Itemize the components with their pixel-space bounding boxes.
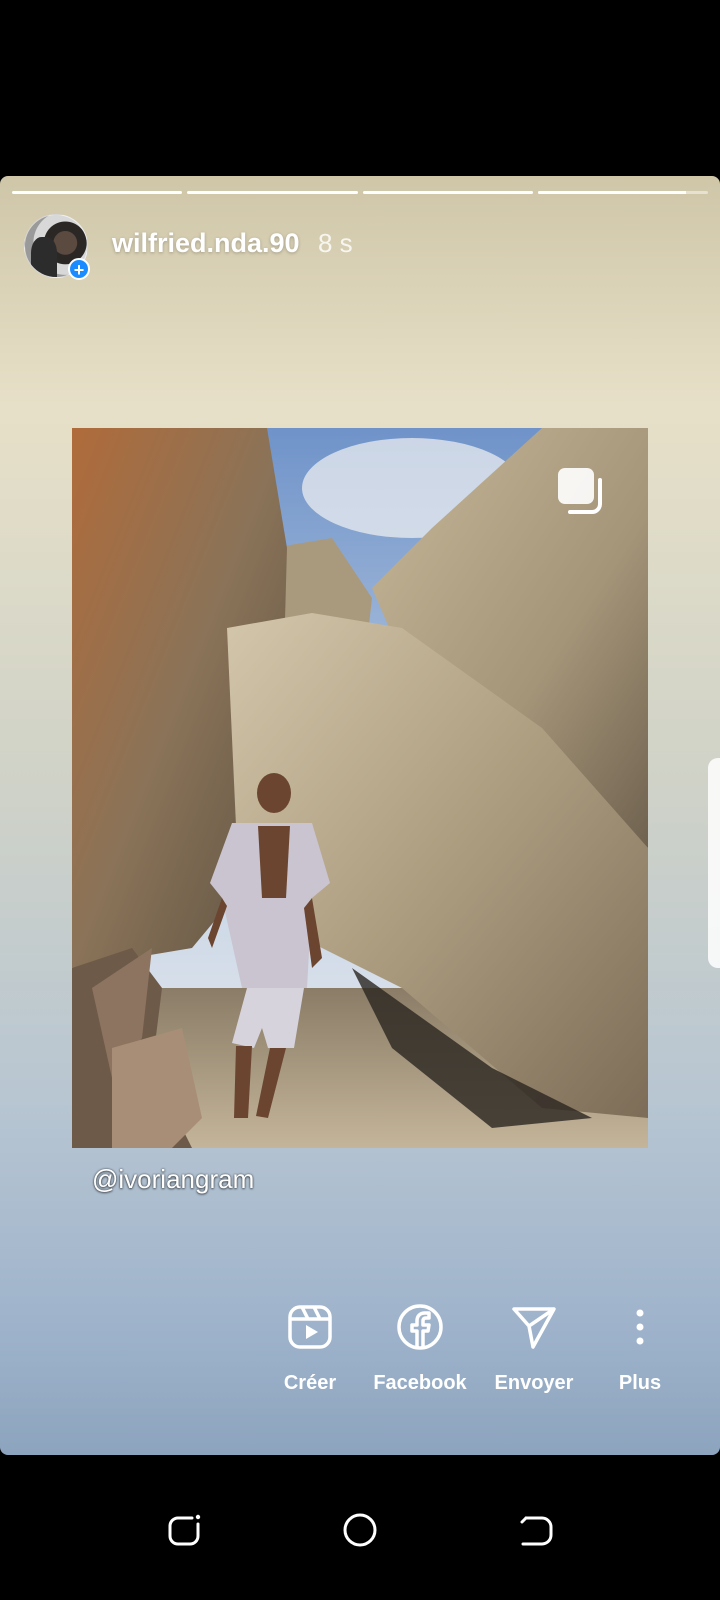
facebook-icon [393, 1300, 447, 1354]
reels-icon [283, 1300, 337, 1354]
progress-fill [537, 191, 686, 194]
progress-fill [12, 191, 183, 194]
send-button[interactable]: Envoyer [482, 1300, 586, 1395]
profile-avatar[interactable]: + [24, 214, 90, 280]
facebook-label: Facebook [373, 1372, 467, 1394]
story-screen: + wilfried.nda.90 8 s @ivoriangram Créer… [0, 0, 720, 1600]
progress-segment [12, 191, 183, 194]
create-button[interactable]: Créer [270, 1300, 350, 1395]
more-button[interactable]: Plus [600, 1300, 680, 1395]
facebook-share-button[interactable]: Facebook [368, 1300, 472, 1395]
add-plus-icon[interactable]: + [68, 258, 90, 280]
send-label: Envoyer [494, 1372, 574, 1394]
multiple-posts-icon [558, 468, 602, 514]
photo-illustration [72, 428, 648, 1148]
progress-segment [187, 191, 358, 194]
progress-fill [362, 191, 533, 194]
progress-segment [537, 191, 708, 194]
home-icon[interactable] [334, 1504, 386, 1556]
recent-apps-icon[interactable] [158, 1504, 210, 1556]
story-progress [12, 191, 708, 194]
shared-post-photo[interactable] [72, 428, 648, 1148]
create-label: Créer [283, 1372, 337, 1394]
more-label: Plus [618, 1372, 662, 1394]
back-icon[interactable] [510, 1504, 562, 1556]
progress-segment [362, 191, 533, 194]
story-actions: Créer Facebook Envoyer Plus [270, 1300, 710, 1420]
mention-sticker[interactable]: @ivoriangram [92, 1164, 254, 1195]
story-card[interactable]: + wilfried.nda.90 8 s @ivoriangram Créer… [0, 176, 720, 1455]
story-timestamp: 8 s [318, 228, 353, 258]
edge-panel-handle[interactable] [708, 758, 720, 968]
more-vertical-icon [613, 1300, 667, 1354]
progress-fill [187, 191, 358, 194]
story-username[interactable]: wilfried.nda.90 [112, 228, 300, 259]
send-icon [507, 1300, 561, 1354]
system-nav-bar [0, 1456, 720, 1600]
